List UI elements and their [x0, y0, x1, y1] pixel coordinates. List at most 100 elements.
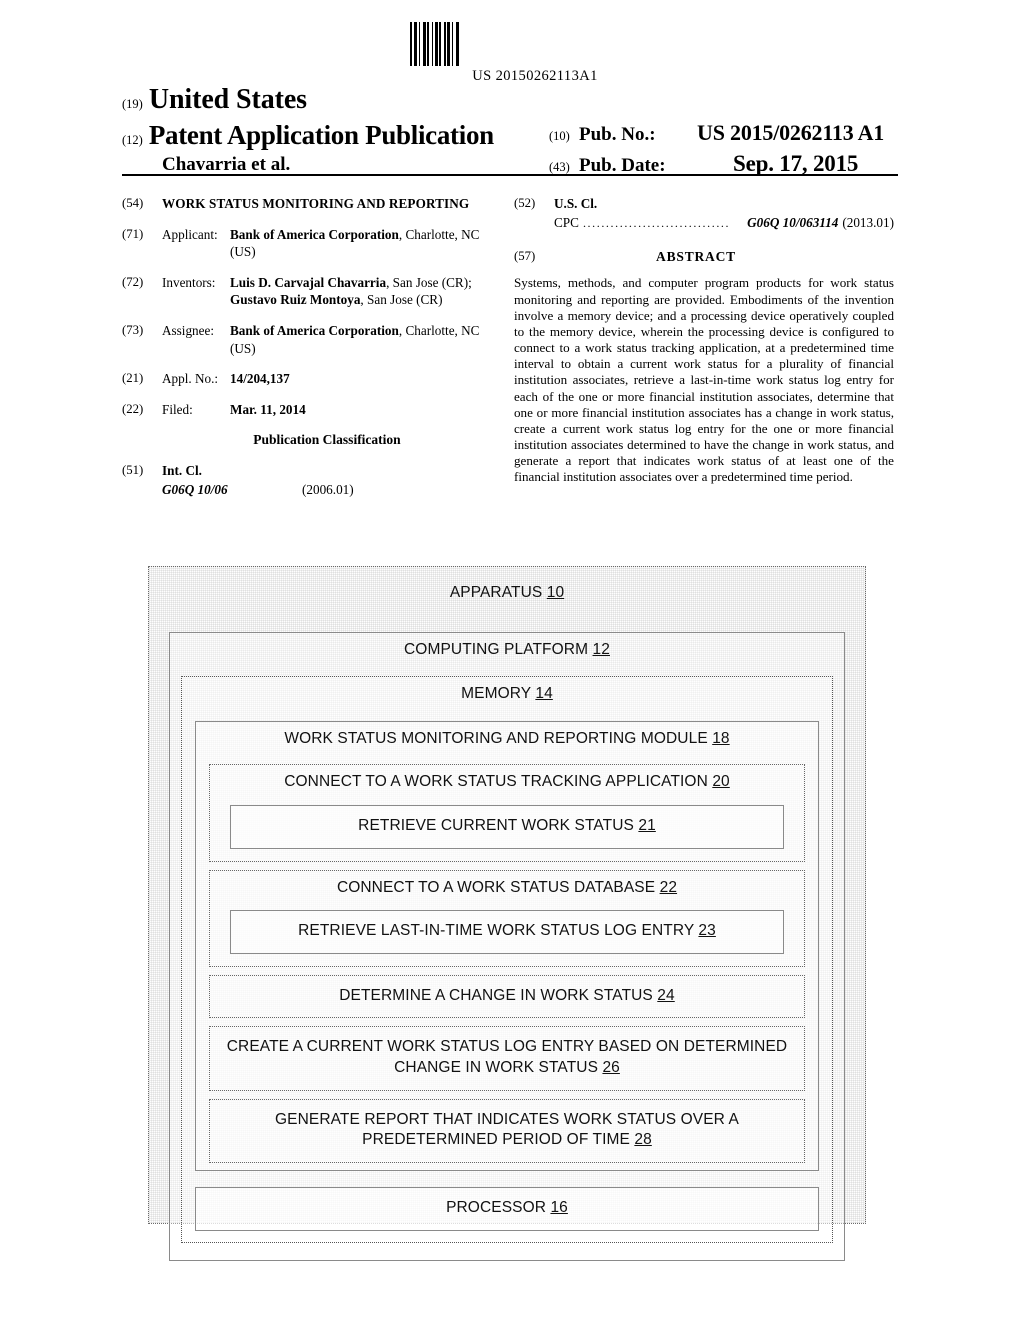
- document-type: Patent Application Publication: [148, 120, 494, 150]
- module-label-text: WORK STATUS MONITORING AND REPORTING MOD…: [284, 729, 708, 747]
- field-applicant: (71) Applicant: Bank of America Corporat…: [122, 226, 502, 261]
- filed-key: Filed:: [162, 401, 193, 417]
- abstract-heading-row: (57) ABSTRACT: [514, 248, 894, 266]
- field-inventors: (72) Inventors: Luis D. Carvajal Chavarr…: [122, 274, 502, 309]
- assignee-value: Bank of America Corporation, Charlotte, …: [230, 322, 502, 357]
- step-28-label-text: GENERATE REPORT THAT INDICATES WORK STAT…: [275, 1110, 739, 1149]
- computing-platform-ref: 12: [592, 640, 610, 658]
- cpc-class: G06Q 10/063114: [747, 214, 838, 232]
- step-26-label-text: CREATE A CURRENT WORK STATUS LOG ENTRY B…: [226, 1038, 788, 1077]
- computing-platform-label-text: COMPUTING PLATFORM: [404, 640, 589, 658]
- pub-no-value: US 2015/0262113 A1: [697, 120, 885, 145]
- cpc-leader-dots: ................................: [582, 215, 731, 230]
- publication-classification-heading: Publication Classification: [253, 432, 401, 448]
- code-19: (19): [122, 97, 143, 111]
- field-us-cl: (52) U.S. Cl. CPC ......................…: [514, 195, 894, 232]
- applicant-value: Bank of America Corporation, Charlotte, …: [230, 226, 502, 261]
- processor-label-text: PROCESSOR: [446, 1198, 547, 1216]
- step-24-ref: 24: [657, 986, 675, 1004]
- apparatus-label-text: APPARATUS: [449, 584, 543, 601]
- inventor-2-name: Gustavo Ruiz Montoya: [230, 292, 361, 308]
- code-51: (51): [122, 463, 144, 478]
- appl-no-key: Appl. No.:: [162, 371, 219, 387]
- header-divider: [122, 174, 898, 176]
- processor-label: PROCESSOR 16: [196, 1191, 818, 1226]
- step-28-ref: 28: [634, 1131, 652, 1149]
- int-cl-row: G06Q 10/06 (2006.01): [162, 481, 502, 499]
- masthead: (19) United States (12) Patent Applicati…: [122, 84, 898, 176]
- abstract-text: Systems, methods, and computer program p…: [514, 275, 894, 485]
- memory-label-text: MEMORY: [461, 685, 531, 703]
- step-20-label: CONNECT TO A WORK STATUS TRACKING APPLIC…: [210, 765, 804, 800]
- apparatus-label: APPARATUS 10: [158, 576, 856, 611]
- field-title: (54) WORK STATUS MONITORING AND REPORTIN…: [122, 195, 502, 213]
- pub-no-label: Pub. No.:: [579, 124, 656, 145]
- pub-no-row: (10) Pub. No.: US 2015/0262113 A1: [549, 120, 899, 146]
- code-43: (43): [549, 160, 570, 174]
- step-23-ref: 23: [698, 922, 716, 940]
- step-22-ref: 22: [659, 878, 678, 896]
- code-71: (71): [122, 226, 144, 241]
- field-assignee: (73) Assignee: Bank of America Corporati…: [122, 322, 502, 357]
- figure-apparatus-diagram: APPARATUS 10 COMPUTING PLATFORM 12 MEMOR…: [148, 566, 866, 1261]
- step-20-label-text: CONNECT TO A WORK STATUS TRACKING APPLIC…: [284, 773, 708, 791]
- us-cl-label: U.S. Cl.: [554, 196, 598, 211]
- cpc-version: (2013.01): [842, 214, 894, 230]
- cpc-class-code: G06Q 10/063114: [747, 214, 839, 230]
- bibliographic-right-column: (52) U.S. Cl. CPC ......................…: [514, 195, 894, 485]
- code-52: (52): [514, 196, 536, 210]
- cpc-row: CPC ................................ G06…: [554, 214, 894, 232]
- country-name: United States: [148, 84, 307, 115]
- int-cl-value: Int. Cl. G06Q 10/06 (2006.01): [162, 462, 502, 498]
- step-26-label: CREATE A CURRENT WORK STATUS LOG ENTRY B…: [210, 1030, 804, 1085]
- step-21-label-text: RETRIEVE CURRENT WORK STATUS: [358, 817, 634, 835]
- step-21-box: RETRIEVE CURRENT WORK STATUS 21: [230, 805, 784, 849]
- publication-info: (10) Pub. No.: US 2015/0262113 A1 (43) P…: [549, 120, 899, 182]
- step-24-label: DETERMINE A CHANGE IN WORK STATUS 24: [210, 979, 804, 1014]
- module-box: WORK STATUS MONITORING AND REPORTING MOD…: [195, 720, 819, 1171]
- field-int-cl: (51) Int. Cl. G06Q 10/06 (2006.01): [122, 462, 502, 498]
- step-23-box: RETRIEVE LAST-IN-TIME WORK STATUS LOG EN…: [230, 910, 784, 954]
- inventors-key: Inventors:: [162, 274, 216, 290]
- step-26-box: CREATE A CURRENT WORK STATUS LOG ENTRY B…: [209, 1026, 805, 1091]
- module-ref: 18: [712, 729, 730, 747]
- code-21: (21): [122, 371, 144, 386]
- computing-platform-label: COMPUTING PLATFORM 12: [170, 633, 844, 668]
- barcode-image: [410, 22, 660, 66]
- step-21-ref: 21: [638, 817, 656, 835]
- step-24-box: DETERMINE A CHANGE IN WORK STATUS 24: [209, 974, 805, 1019]
- step-20-ref: 20: [712, 773, 730, 791]
- appl-no-number: 14/204,137: [230, 371, 290, 387]
- step-22-label-text: CONNECT TO A WORK STATUS DATABASE: [336, 878, 656, 896]
- assignee-key: Assignee:: [162, 323, 215, 338]
- memory-ref: 14: [535, 685, 553, 703]
- code-12: (12): [122, 133, 143, 147]
- barcode-number: US 20150262113A1: [472, 68, 598, 84]
- invention-title: WORK STATUS MONITORING AND REPORTING: [162, 196, 470, 211]
- field-appl-no: (21) Appl. No.: 14/204,137: [122, 370, 502, 388]
- step-28-box: GENERATE REPORT THAT INDICATES WORK STAT…: [209, 1098, 805, 1163]
- step-24-label-text: DETERMINE A CHANGE IN WORK STATUS: [339, 986, 653, 1004]
- cpc-key: CPC: [554, 214, 579, 230]
- filed-date: Mar. 11, 2014: [230, 401, 306, 417]
- applicant-key: Applicant:: [162, 226, 218, 242]
- appl-no-value: 14/204,137: [230, 370, 502, 388]
- step-21-label: RETRIEVE CURRENT WORK STATUS 21: [231, 809, 783, 844]
- assignee-name: Bank of America Corporation: [230, 323, 399, 338]
- applicant-name: Bank of America Corporation: [230, 226, 399, 242]
- memory-box: MEMORY 14 WORK STATUS MONITORING AND REP…: [181, 676, 833, 1243]
- barcode-block: US 20150262113A1: [410, 22, 660, 85]
- step-26-ref: 26: [602, 1059, 620, 1077]
- step-23-label: RETRIEVE LAST-IN-TIME WORK STATUS LOG EN…: [231, 914, 783, 949]
- memory-label: MEMORY 14: [182, 677, 832, 712]
- code-73: (73): [122, 323, 144, 337]
- inventor-1-name: Luis D. Carvajal Chavarria: [230, 274, 387, 290]
- int-cl-version: (2006.01): [302, 481, 354, 497]
- processor-box: PROCESSOR 16: [195, 1186, 819, 1231]
- processor-ref: 16: [550, 1198, 568, 1216]
- module-label: WORK STATUS MONITORING AND REPORTING MOD…: [196, 722, 818, 757]
- bibliographic-left-column: (54) WORK STATUS MONITORING AND REPORTIN…: [122, 195, 502, 511]
- field-filed: (22) Filed: Mar. 11, 2014: [122, 401, 502, 419]
- us-cl-value: U.S. Cl. CPC ...........................…: [554, 195, 894, 232]
- code-22: (22): [122, 401, 144, 416]
